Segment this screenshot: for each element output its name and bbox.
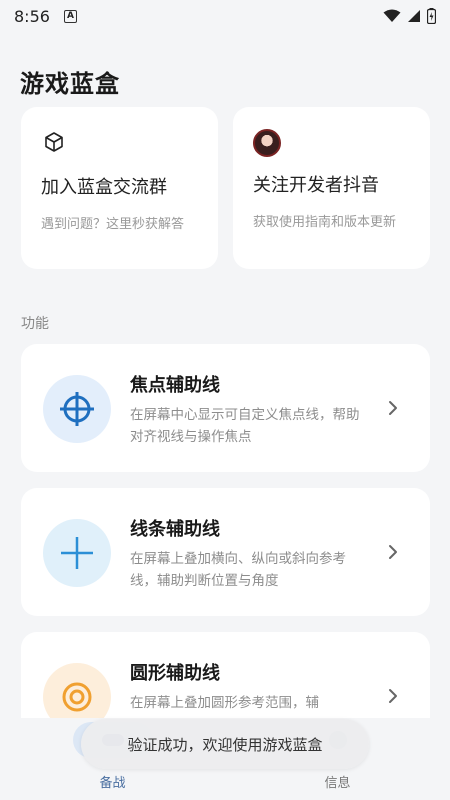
feature-desc: 在屏幕上叠加横向、纵向或斜向参考线，辅助判断位置与角度	[130, 551, 346, 589]
status-right	[383, 8, 436, 24]
join-group-title: 加入蓝盒交流群	[41, 177, 167, 198]
feature-title: 线条辅助线	[130, 519, 220, 540]
feature-desc: 在屏幕中心显示可自定义焦点线，帮助对齐视线与操作焦点	[130, 407, 360, 445]
signal-icon	[408, 10, 420, 22]
join-group-desc: 遇到问题？这里秒获解答	[41, 217, 185, 232]
battery-icon	[427, 8, 436, 24]
status-bar: 8:56 A	[0, 0, 450, 32]
feature-desc: 在屏幕上叠加圆形参考范围，辅	[130, 695, 319, 711]
feature-card-circle-guide[interactable]: 圆形辅助线 在屏幕上叠加圆形参考范围，辅	[21, 632, 430, 718]
page-title: 游戏蓝盒	[20, 70, 120, 98]
nav-label-info: 信息	[324, 776, 351, 791]
chevron-right-icon	[389, 545, 397, 559]
follow-developer-card[interactable]: 关注开发者抖音 获取使用指南和版本更新	[233, 107, 430, 269]
chevron-right-icon	[389, 689, 397, 703]
feature-title: 焦点辅助线	[130, 375, 220, 396]
follow-developer-title: 关注开发者抖音	[253, 175, 379, 196]
circle-target-icon	[43, 663, 111, 718]
cross-line-icon	[43, 519, 111, 587]
chevron-right-icon	[389, 401, 397, 415]
follow-developer-desc: 获取使用指南和版本更新	[253, 215, 397, 230]
feature-card-focus-line[interactable]: 焦点辅助线 在屏幕中心显示可自定义焦点线，帮助对齐视线与操作焦点	[21, 344, 430, 472]
notification-a-icon: A	[63, 9, 77, 23]
join-group-card[interactable]: 加入蓝盒交流群 遇到问题？这里秒获解答	[21, 107, 218, 269]
toast-message: 验证成功，欢迎使用游戏蓝盒	[81, 719, 369, 769]
feature-title: 圆形辅助线	[130, 663, 220, 684]
status-time: 8:56	[14, 6, 50, 26]
feature-card-line-guide[interactable]: 线条辅助线 在屏幕上叠加横向、纵向或斜向参考线，辅助判断位置与角度	[21, 488, 430, 616]
developer-avatar	[253, 129, 281, 157]
crosshair-icon	[43, 375, 111, 443]
cube-icon	[45, 132, 63, 152]
section-label-features: 功能	[21, 316, 49, 332]
wifi-icon	[383, 9, 401, 22]
content-area: 8:56 A 游戏蓝盒 加入蓝盒交流群 遇到问题？这里秒获解答 关注开发者抖音	[0, 0, 450, 718]
nav-label-prepare: 备战	[99, 776, 126, 791]
